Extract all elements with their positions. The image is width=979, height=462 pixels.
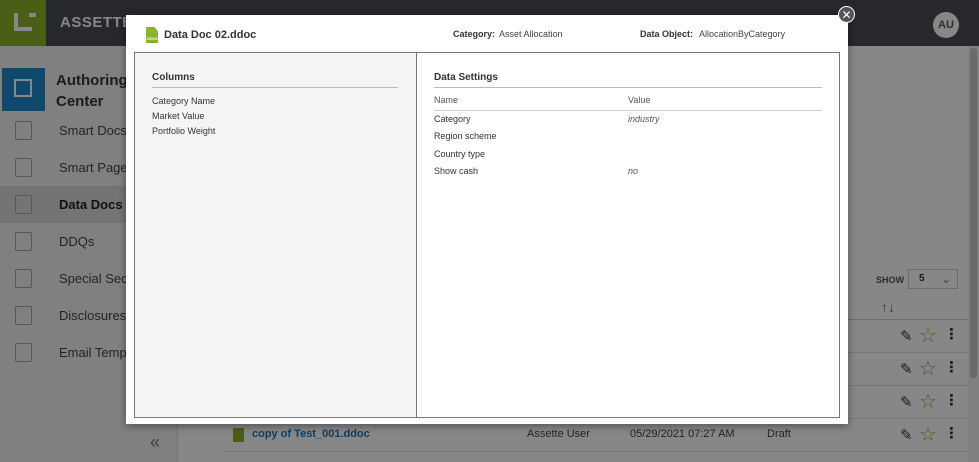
setting-name: Category bbox=[434, 114, 471, 124]
modal-title: Data Doc 02.ddoc bbox=[164, 29, 257, 41]
setting-value: no bbox=[628, 166, 639, 176]
divider bbox=[152, 87, 398, 88]
divider bbox=[434, 110, 822, 111]
ddoc-file-icon: DDOC bbox=[146, 27, 158, 43]
columns-title: Columns bbox=[152, 72, 195, 83]
data-settings-title: Data Settings bbox=[434, 72, 498, 83]
settings-header-value: Value bbox=[628, 95, 651, 105]
setting-name: Show cash bbox=[434, 166, 479, 176]
setting-value: industry bbox=[628, 114, 660, 124]
modal-body: Columns Category Name Market Value Portf… bbox=[134, 52, 840, 418]
file-badge: DDOC bbox=[147, 36, 159, 41]
columns-pane: Columns Category Name Market Value Portf… bbox=[135, 53, 417, 417]
data-doc-preview-modal: DDOC Data Doc 02.ddoc Category: Asset Al… bbox=[126, 15, 848, 424]
category-value: Asset Allocation bbox=[499, 29, 563, 39]
divider bbox=[434, 87, 822, 88]
setting-name: Region scheme bbox=[434, 131, 497, 141]
data-object-label: Data Object: bbox=[640, 29, 694, 39]
settings-header-name: Name bbox=[434, 95, 459, 105]
close-icon: ✕ bbox=[841, 8, 852, 22]
data-object-value: AllocationByCategory bbox=[699, 29, 786, 39]
column-item: Category Name bbox=[152, 96, 216, 106]
modal-header: DDOC Data Doc 02.ddoc Category: Asset Al… bbox=[126, 15, 848, 52]
close-modal-button[interactable]: ✕ bbox=[838, 6, 855, 23]
data-settings-pane: Data Settings Name Value Category indust… bbox=[417, 53, 839, 417]
column-item: Portfolio Weight bbox=[152, 126, 216, 136]
setting-name: Country type bbox=[434, 149, 486, 159]
category-label: Category: bbox=[453, 29, 496, 39]
column-item: Market Value bbox=[152, 111, 205, 121]
